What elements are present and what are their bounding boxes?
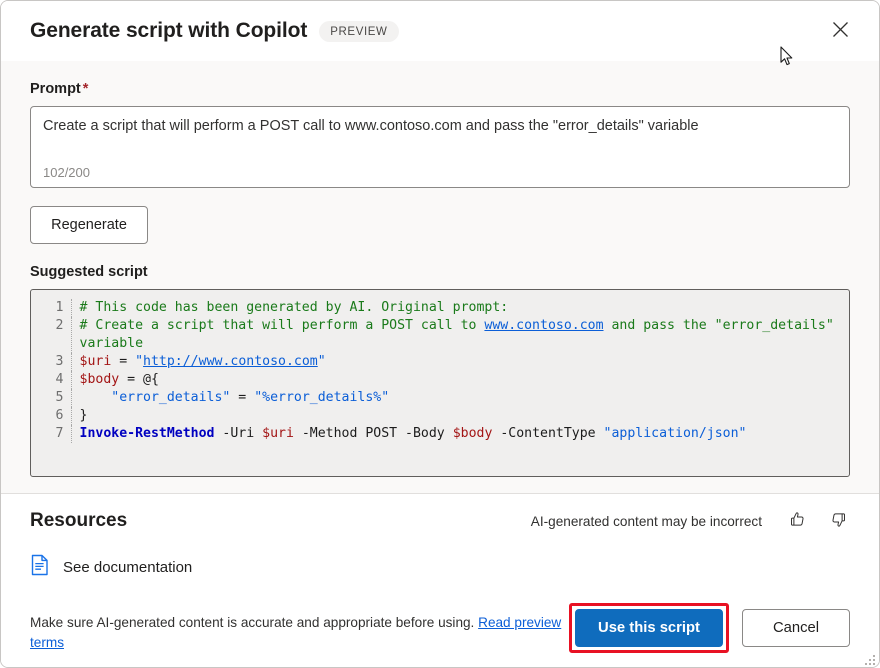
resources-title: Resources — [30, 510, 127, 532]
code-token-plain: -Method POST -Body — [294, 426, 453, 441]
code-token-plain: -ContentType — [492, 426, 603, 441]
code-token-string: " — [318, 354, 326, 369]
dialog-header: Generate script with Copilot PREVIEW — [1, 1, 879, 61]
code-line: 4$body = @{ — [31, 371, 849, 389]
code-line-number: 1 — [31, 299, 71, 317]
code-line: 2 # Create a script that will perform a P… — [31, 317, 849, 353]
see-documentation-link[interactable]: See documentation — [30, 554, 850, 581]
code-token-cmdlet: Invoke-RestMethod — [80, 426, 215, 441]
action-buttons: Use this script Cancel — [569, 603, 850, 653]
thumbs-up-button[interactable] — [786, 508, 809, 534]
code-token-var: $body — [80, 372, 120, 387]
code-line-content: Invoke-RestMethod -Uri $uri -Method POST… — [71, 425, 849, 443]
code-line-number: 2 — [31, 317, 71, 353]
code-line: 5 "error_details" = "%error_details%" — [31, 389, 849, 407]
code-table: 1 # This code has been generated by AI. O… — [31, 299, 849, 443]
thumbs-down-icon — [829, 510, 848, 532]
dialog-footer: Resources AI-generated content may be in… — [1, 493, 879, 667]
code-line: 6} — [31, 407, 849, 425]
code-line-content: $uri = "http://www.contoso.com" — [71, 353, 849, 371]
ai-disclaimer-note: AI-generated content may be incorrect — [531, 514, 762, 529]
code-token-link[interactable]: http://www.contoso.com — [143, 354, 318, 369]
code-token-string: "error_details" — [80, 390, 231, 405]
code-line-number: 3 — [31, 353, 71, 371]
code-token-link[interactable]: www.contoso.com — [484, 318, 603, 333]
code-line: 3$uri = "http://www.contoso.com" — [31, 353, 849, 371]
prompt-label-text: Prompt — [30, 81, 81, 97]
code-line: 1 # This code has been generated by AI. O… — [31, 299, 849, 317]
use-this-script-button[interactable]: Use this script — [575, 609, 723, 647]
code-line: 7Invoke-RestMethod -Uri $uri -Method POS… — [31, 425, 849, 443]
code-token-plain: -Uri — [214, 426, 262, 441]
code-token-string: " — [135, 354, 143, 369]
code-line-number: 4 — [31, 371, 71, 389]
thumbs-down-button[interactable] — [827, 508, 850, 534]
footer-actions-row: Make sure AI-generated content is accura… — [30, 603, 850, 667]
close-button[interactable] — [823, 14, 857, 48]
document-icon — [30, 554, 50, 581]
code-token-var: $uri — [262, 426, 294, 441]
primary-button-highlight: Use this script — [569, 603, 729, 653]
code-token-var: $body — [453, 426, 493, 441]
feedback-group: AI-generated content may be incorrect — [531, 508, 850, 534]
suggested-script-code-block[interactable]: 1 # This code has been generated by AI. O… — [30, 289, 850, 477]
close-icon — [832, 21, 849, 41]
page-title: Generate script with Copilot — [30, 19, 307, 43]
prompt-label: Prompt* — [30, 81, 850, 97]
footer-disclaimer: Make sure AI-generated content is accura… — [30, 603, 569, 653]
code-line-number: 6 — [31, 407, 71, 425]
code-line-content: } — [71, 407, 849, 425]
code-line-number: 5 — [31, 389, 71, 407]
code-token-string: "%error_details%" — [254, 390, 389, 405]
code-token-plain: } — [80, 408, 88, 423]
preview-badge: PREVIEW — [319, 21, 398, 42]
resources-row: Resources AI-generated content may be in… — [30, 508, 850, 534]
code-token-var: $uri — [80, 354, 112, 369]
cancel-button[interactable]: Cancel — [742, 609, 850, 647]
suggested-script-label: Suggested script — [30, 264, 850, 280]
prompt-input-wrapper[interactable]: Create a script that will perform a POST… — [30, 106, 850, 188]
required-indicator: * — [83, 81, 89, 97]
code-line-number: 7 — [31, 425, 71, 443]
code-line-content: $body = @{ — [71, 371, 849, 389]
code-line-content: # Create a script that will perform a PO… — [71, 317, 849, 353]
generate-script-dialog: Generate script with Copilot PREVIEW Pro… — [0, 0, 880, 668]
code-line-content: "error_details" = "%error_details%" — [71, 389, 849, 407]
character-counter: 102/200 — [43, 165, 90, 180]
prompt-input[interactable]: Create a script that will perform a POST… — [43, 116, 837, 136]
code-token-plain: = — [230, 390, 254, 405]
see-documentation-label[interactable]: See documentation — [63, 559, 192, 576]
code-token-string: "application/json" — [604, 426, 747, 441]
dialog-body: Prompt* Create a script that will perfor… — [1, 61, 879, 493]
regenerate-button[interactable]: Regenerate — [30, 206, 148, 244]
code-token-plain: = — [111, 354, 135, 369]
footer-disclaimer-text: Make sure AI-generated content is accura… — [30, 615, 478, 630]
code-token-plain: = @{ — [119, 372, 159, 387]
code-line-content: # This code has been generated by AI. Or… — [71, 299, 849, 317]
code-token-comment: # Create a script that will perform a PO… — [80, 318, 485, 333]
thumbs-up-icon — [788, 510, 807, 532]
code-token-comment: # This code has been generated by AI. Or… — [80, 300, 509, 315]
code-lines: 1 # This code has been generated by AI. O… — [31, 299, 849, 443]
